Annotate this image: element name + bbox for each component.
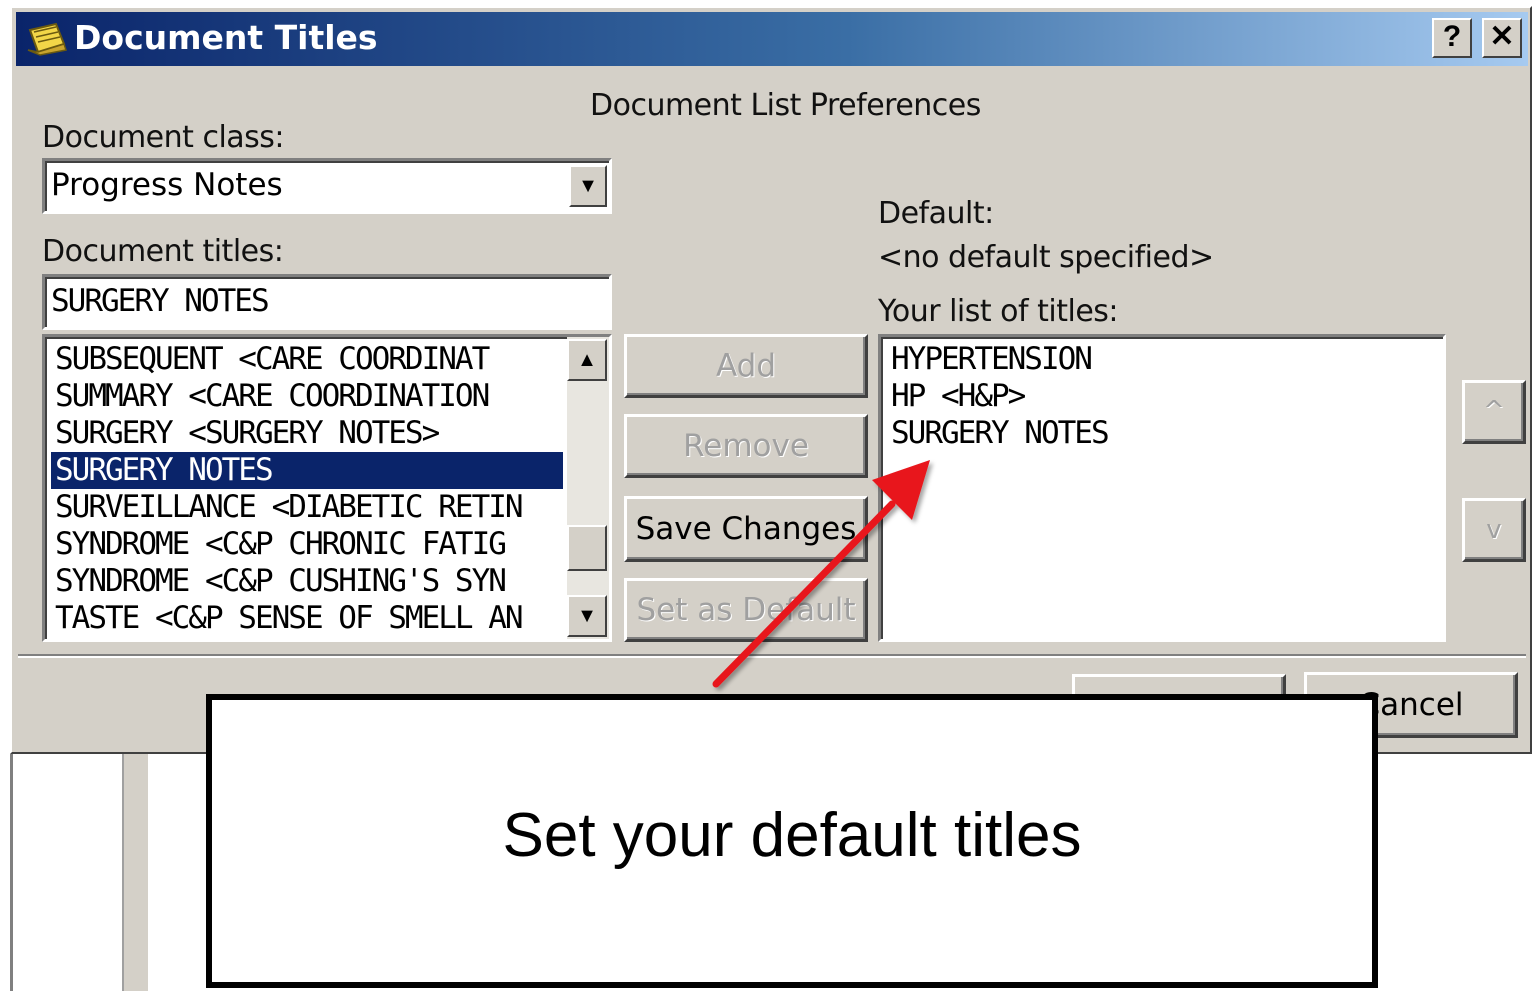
- red-arrow-icon: [712, 460, 930, 688]
